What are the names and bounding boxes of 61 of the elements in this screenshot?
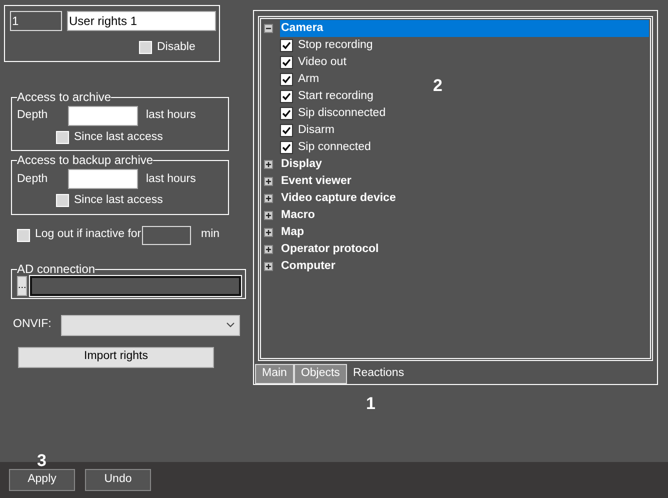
tree-item[interactable]: Computer: [280, 258, 649, 275]
depth-label: Depth: [17, 172, 49, 187]
tree-item[interactable]: Disarm: [298, 122, 334, 140]
tree-item[interactable]: Sip connected: [298, 138, 371, 156]
unit-label: min: [201, 227, 220, 242]
tree-item[interactable]: Start recording: [298, 88, 374, 106]
expand-icon[interactable]: [264, 262, 273, 271]
depth-label: Depth: [17, 108, 49, 124]
tab[interactable]: Reactions: [346, 364, 410, 384]
checkbox[interactable]: [280, 90, 293, 103]
tree-item[interactable]: Video out: [298, 54, 346, 72]
tree-item[interactable]: Video capture device: [280, 190, 649, 207]
group-title: AD connection: [17, 262, 96, 276]
checkbox[interactable]: [280, 73, 293, 86]
expand-icon[interactable]: [264, 177, 273, 186]
expand-icon[interactable]: [264, 228, 273, 237]
timeout-field[interactable]: [142, 226, 191, 244]
undo-button[interactable]: Undo: [85, 469, 151, 491]
checkbox-label: Since last access: [74, 193, 163, 208]
checkbox[interactable]: [280, 39, 293, 52]
chevron-down-icon: [226, 322, 235, 328]
onvif-dropdown[interactable]: [61, 314, 240, 336]
tree-item[interactable]: Operator protocol: [280, 241, 649, 258]
checkbox[interactable]: [280, 107, 293, 120]
browse-button[interactable]: ...: [17, 276, 28, 296]
collapse-icon[interactable]: [264, 24, 273, 33]
name-field[interactable]: User rights 1: [67, 11, 216, 31]
tree-item[interactable]: Arm: [298, 70, 320, 88]
tree-item[interactable]: Map: [280, 224, 649, 241]
unit-label: last hours: [146, 172, 196, 187]
checkbox-label: Since last access: [74, 130, 163, 145]
tree-item[interactable]: Macro: [280, 207, 649, 224]
tree-item[interactable]: Event viewer: [280, 173, 649, 190]
ad-field[interactable]: [30, 276, 242, 296]
checkbox[interactable]: [280, 124, 293, 137]
expand-icon[interactable]: [264, 194, 273, 203]
tab[interactable]: Objects: [294, 364, 347, 384]
checkbox[interactable]: [280, 141, 293, 154]
checkbox-label: Log out if inactive for: [35, 227, 142, 242]
depth-field[interactable]: [68, 169, 138, 190]
callout-number: 1: [366, 393, 376, 415]
group-title: Access to backup archive: [17, 154, 154, 168]
expand-icon[interactable]: [264, 245, 273, 254]
checkbox-label: Disable: [157, 40, 196, 55]
import-rights-button[interactable]: Import rights: [18, 346, 214, 368]
expand-icon[interactable]: [264, 160, 273, 169]
tree-item[interactable]: Sip disconnected: [298, 104, 386, 122]
group-title: Access to archive: [17, 91, 112, 104]
checkbox[interactable]: [280, 56, 293, 69]
tree-item[interactable]: Display: [280, 156, 649, 173]
tab[interactable]: Main: [255, 364, 294, 384]
depth-field[interactable]: [68, 106, 138, 126]
expand-icon[interactable]: [264, 211, 273, 220]
tree-item[interactable]: Camera: [280, 20, 649, 37]
onvif-label: ONVIF:: [13, 317, 52, 332]
callout-number: 2: [433, 75, 442, 97]
number-field[interactable]: 1: [10, 11, 62, 31]
tree-item[interactable]: Stop recording: [298, 36, 373, 54]
callout-number: 3: [37, 450, 46, 472]
unit-label: last hours: [146, 108, 196, 124]
apply-button[interactable]: Apply: [9, 469, 75, 491]
